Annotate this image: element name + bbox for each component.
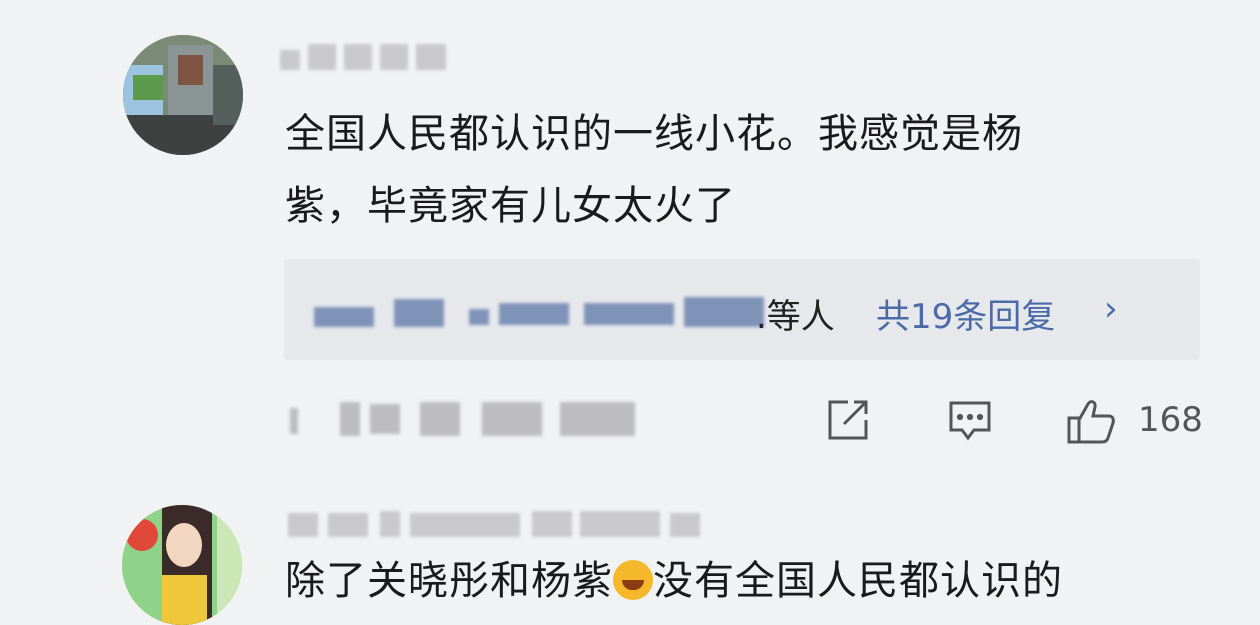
reply-names-pixelated: [314, 295, 764, 331]
comment-text-part: 除了关晓彤和杨紫: [285, 558, 613, 604]
comment-text: 除了关晓彤和杨紫 没有全国人民都认识的: [285, 545, 1185, 617]
comment-item: 全国人民都认识的一线小花。我感觉是杨 紫，毕竟家有儿女太火了 .等人 共19条回…: [0, 0, 1260, 490]
comment-text-part: 没有全国人民都认识的: [653, 558, 1063, 604]
chevron-right-icon[interactable]: ›: [1104, 289, 1118, 329]
comment-item: 除了关晓彤和杨紫 没有全国人民都认识的: [0, 490, 1260, 625]
like-count: 168: [1138, 400, 1203, 440]
comment-text: 全国人民都认识的一线小花。我感觉是杨 紫，毕竟家有儿女太火了: [285, 98, 1185, 242]
comment-meta-pixelated: [290, 398, 650, 438]
thumbs-up-icon[interactable]: [1066, 398, 1116, 444]
comment-icon[interactable]: [948, 398, 992, 442]
reply-names-suffix: .等人: [756, 297, 835, 337]
avatar[interactable]: [123, 35, 243, 155]
avatar[interactable]: [122, 505, 242, 625]
replies-preview[interactable]: .等人 共19条回复 ›: [284, 259, 1200, 360]
comment-text-line: 全国人民都认识的一线小花。我感觉是杨: [285, 111, 1023, 157]
share-icon[interactable]: [826, 398, 870, 442]
comment-text-line: 紫，毕竟家有儿女太火了: [285, 183, 736, 229]
laughing-emoji-icon: [613, 560, 653, 600]
reply-count-link[interactable]: 共19条回复: [876, 289, 1055, 338]
